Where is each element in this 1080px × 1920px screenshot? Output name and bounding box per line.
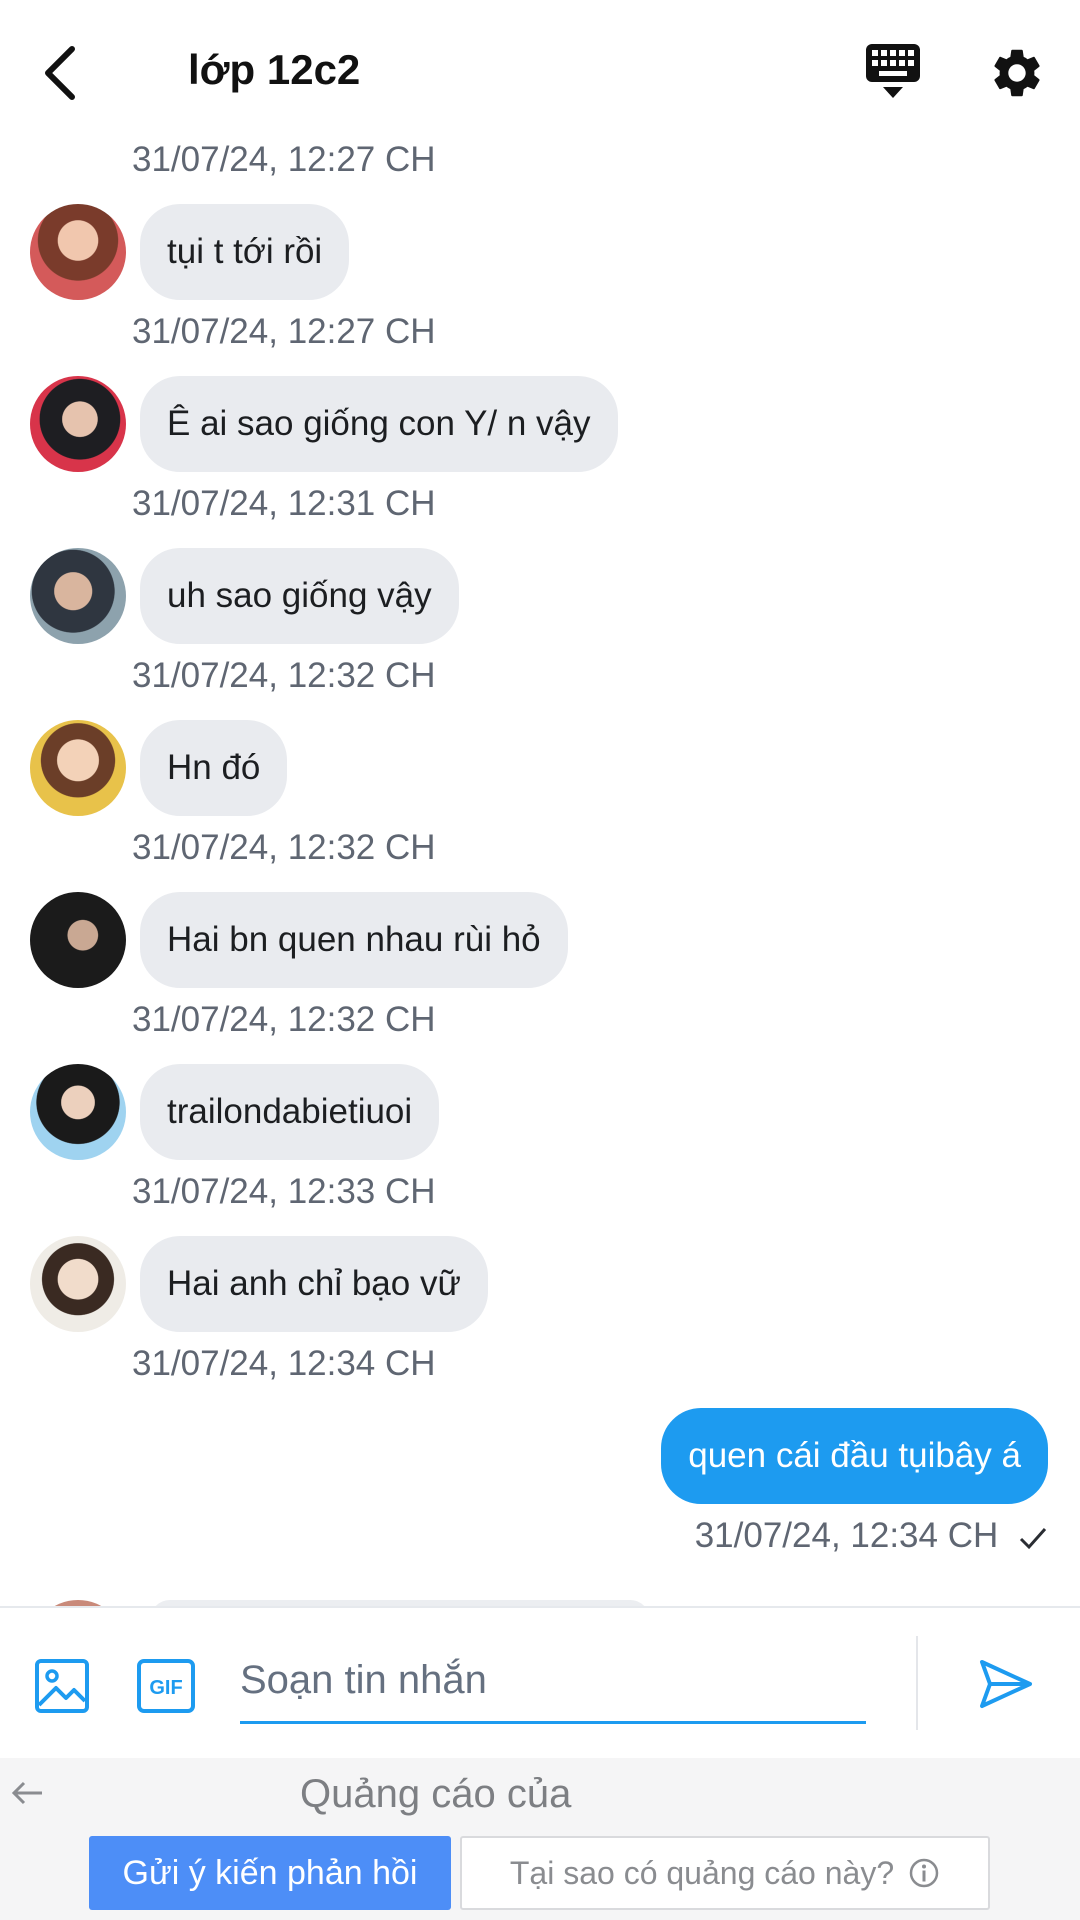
- message-composer: GIF: [0, 1606, 1080, 1758]
- check-icon: [1019, 1528, 1047, 1550]
- send-icon: [980, 1660, 1032, 1708]
- gif-button[interactable]: GIF: [136, 1658, 196, 1714]
- message-timestamp: 31/07/24, 12:33 CH: [132, 1172, 436, 1211]
- why-this-ad-button[interactable]: Tại sao có quảng cáo này?: [460, 1836, 990, 1910]
- message-row: Ê ai sao giống con Y/ n vậy: [0, 376, 1080, 472]
- chevron-left-icon: [45, 46, 75, 100]
- message-bubble[interactable]: tụi t tới rồi: [140, 204, 350, 300]
- avatar[interactable]: [30, 1064, 126, 1160]
- message-list[interactable]: 31/07/24, 12:27 CH tụi t tới rồi 31/07/2…: [0, 140, 1080, 1606]
- message-bubble[interactable]: uh sao giống vậy: [140, 548, 459, 644]
- avatar[interactable]: [30, 204, 126, 300]
- why-this-ad-label: Tại sao có quảng cáo này?: [509, 1854, 895, 1891]
- message-timestamp: 31/07/24, 12:32 CH: [132, 1000, 436, 1039]
- message-row: Hai anh chỉ bạo vữ: [0, 1236, 1080, 1332]
- settings-button[interactable]: [988, 44, 1046, 102]
- arrow-left-icon: [11, 1781, 42, 1805]
- ad-banner: Quảng cáo của Gửi ý kiến phản hồi Tại sa…: [0, 1758, 1080, 1920]
- message-row: tụi t tới rồi: [0, 204, 1080, 300]
- send-feedback-button[interactable]: Gửi ý kiến phản hồi: [89, 1836, 451, 1910]
- keyboard-icon: [866, 44, 920, 98]
- message-bubble[interactable]: Hai anh chỉ bạo vữ: [140, 1236, 488, 1332]
- message-bubble[interactable]: Ê ai sao giống con Y/ n vậy: [140, 376, 618, 472]
- avatar[interactable]: [30, 892, 126, 988]
- message-row: Hai bn quen nhau rùi hỏ: [0, 892, 1080, 988]
- message-bubble-outgoing[interactable]: quen cái đầu tụibây á: [661, 1408, 1048, 1504]
- chat-header: lớp 12c2: [0, 0, 1080, 140]
- message-input[interactable]: [240, 1640, 866, 1724]
- message-row-outgoing: quen cái đầu tụibây á: [0, 1408, 1080, 1504]
- keyboard-button[interactable]: [862, 40, 924, 102]
- divider: [916, 1636, 918, 1730]
- message-bubble[interactable]: Hai bn quen nhau rùi hỏ: [140, 892, 568, 988]
- ad-title: Quảng cáo của: [300, 1772, 572, 1816]
- message-timestamp: 31/07/24, 12:32 CH: [132, 828, 436, 867]
- gif-icon: GIF: [137, 1659, 195, 1713]
- avatar[interactable]: [30, 720, 126, 816]
- gif-label: GIF: [149, 1677, 182, 1699]
- message-bubble[interactable]: trailondabietiuoi: [140, 1064, 440, 1160]
- avatar[interactable]: [30, 1236, 126, 1332]
- back-button[interactable]: [30, 38, 90, 108]
- message-row: Hn đó: [0, 720, 1080, 816]
- send-button[interactable]: [976, 1654, 1036, 1714]
- info-icon: [909, 1858, 939, 1888]
- avatar[interactable]: [30, 548, 126, 644]
- message-timestamp-outgoing: 31/07/24, 12:34 CH: [695, 1516, 1048, 1556]
- message-row: trailondabietiuoi: [0, 1064, 1080, 1160]
- ad-back-button[interactable]: [10, 1778, 46, 1808]
- message-bubble[interactable]: Hn đó: [140, 720, 288, 816]
- message-timestamp: 31/07/24, 12:27 CH: [132, 140, 436, 179]
- message-row: uh sao giống vậy: [0, 548, 1080, 644]
- attach-image-button[interactable]: [34, 1658, 90, 1714]
- message-timestamp: 31/07/24, 12:27 CH: [132, 312, 436, 351]
- image-icon: [35, 1659, 89, 1713]
- avatar[interactable]: [30, 376, 126, 472]
- chat-title: lớp 12c2: [188, 46, 361, 93]
- message-timestamp: 31/07/24, 12:34 CH: [132, 1344, 436, 1383]
- gear-icon: [994, 49, 1040, 97]
- message-timestamp: 31/07/24, 12:32 CH: [132, 656, 436, 695]
- timestamp-text: 31/07/24, 12:34 CH: [694, 1516, 999, 1555]
- message-timestamp: 31/07/24, 12:31 CH: [132, 484, 436, 523]
